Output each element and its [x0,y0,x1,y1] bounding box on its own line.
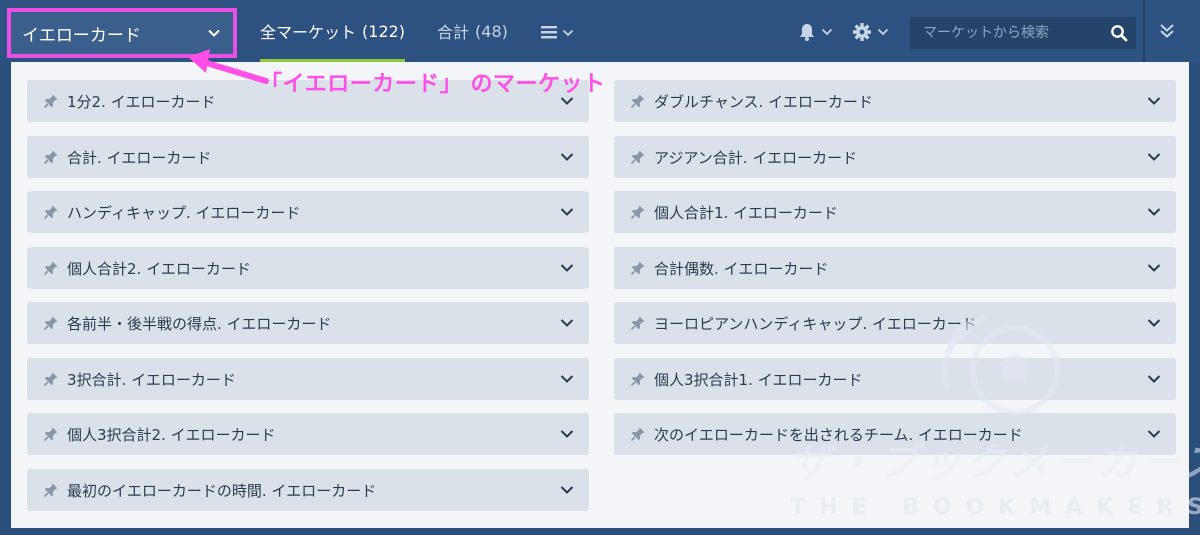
category-select-value: イエローカード [22,25,141,46]
pin-icon[interactable] [43,426,59,442]
market-label: ダブルチャンス. イエローカード [654,92,873,111]
chevron-down-icon [1147,375,1161,383]
gear-icon [853,23,871,41]
header-divider [1143,0,1145,62]
market-item[interactable]: 合計. イエローカード [27,136,589,178]
pin-icon[interactable] [630,426,646,442]
tab-total-label: 合計 [437,23,470,42]
market-item[interactable]: 個人3択合計2. イエローカード [27,413,589,455]
chevron-down-icon [1147,208,1161,216]
tab-all-markets[interactable]: 全マーケット (122) [260,0,406,62]
pin-icon[interactable] [630,371,646,387]
chevron-down-icon [877,28,889,36]
market-item[interactable]: ダブルチャンス. イエローカード [614,80,1176,122]
market-label: 各前半・後半戦の得点. イエローカード [67,314,332,333]
search-button[interactable] [1102,24,1136,42]
chevron-down-icon [560,375,574,383]
pin-icon[interactable] [43,93,59,109]
market-label: 最初のイエローカードの時間. イエローカード [67,481,377,500]
market-item[interactable]: 個人合計2. イエローカード [27,247,589,289]
pin-icon[interactable] [630,260,646,276]
pin-icon[interactable] [630,315,646,331]
expand-all-button[interactable] [1158,22,1176,44]
market-label: 3択合計. イエローカード [67,370,236,389]
chevron-down-icon [560,486,574,494]
search-input[interactable] [910,17,1102,49]
market-search[interactable] [910,17,1136,49]
double-chevron-down-icon [1160,24,1174,38]
bell-icon [800,24,814,41]
market-label: 個人合計1. イエローカード [654,203,838,222]
annotation-arrow [188,49,269,84]
pin-icon[interactable] [43,260,59,276]
chevron-down-icon [562,29,574,37]
tab-all-markets-count: (122) [362,21,406,41]
chevron-down-icon [1147,153,1161,161]
market-label: ヨーロピアンハンディキャップ. イエローカード [654,314,977,333]
tab-total[interactable]: 合計 (48) [437,0,508,62]
notifications-button[interactable] [798,22,833,42]
pin-icon[interactable] [630,93,646,109]
chevron-down-icon [1147,97,1161,105]
market-item[interactable]: ヨーロピアンハンディキャップ. イエローカード [614,302,1176,344]
watermark-subtext: THE BOOKMAKERS [790,495,1200,520]
pin-icon[interactable] [43,371,59,387]
market-label: 1分2. イエローカード [67,92,216,111]
market-label: アジアン合計. イエローカード [654,148,858,167]
chevron-down-icon [1147,264,1161,272]
watermark-text: ザ・ブックメーカーズ [790,440,1200,486]
chevron-down-icon [208,29,220,37]
list-icon [541,26,557,39]
market-label: 個人3択合計1. イエローカード [654,370,863,389]
market-item[interactable]: 3択合計. イエローカード [27,358,589,400]
market-item[interactable]: 合計偶数. イエローカード [614,247,1176,289]
search-icon [1111,25,1128,42]
settings-button[interactable] [852,22,889,42]
chevron-down-icon [560,264,574,272]
pin-icon[interactable] [630,149,646,165]
market-item[interactable]: 個人合計1. イエローカード [614,191,1176,233]
market-item[interactable]: 各前半・後半戦の得点. イエローカード [27,302,589,344]
market-item[interactable]: ハンディキャップ. イエローカード [27,191,589,233]
chevron-down-icon [560,153,574,161]
market-label: 合計偶数. イエローカード [654,259,829,278]
pin-icon[interactable] [43,204,59,220]
market-item[interactable]: 個人3択合計1. イエローカード [614,358,1176,400]
tab-all-markets-label: 全マーケット [260,23,357,42]
list-view-menu[interactable] [540,22,574,44]
pin-icon[interactable] [43,315,59,331]
market-label: ハンディキャップ. イエローカード [67,203,301,222]
market-item[interactable]: 最初のイエローカードの時間. イエローカード [27,469,589,511]
pin-icon[interactable] [43,149,59,165]
annotation-label: 「イエローカード」 のマーケット [260,72,606,97]
market-item[interactable]: アジアン合計. イエローカード [614,136,1176,178]
market-label: 個人合計2. イエローカード [67,259,251,278]
chevron-down-icon [560,319,574,327]
chevron-down-icon [1147,319,1161,327]
chevron-down-icon [821,28,833,36]
pin-icon[interactable] [630,204,646,220]
chevron-down-icon [560,208,574,216]
pin-icon[interactable] [43,482,59,498]
tab-total-count: (48) [475,21,508,41]
market-label: 合計. イエローカード [67,148,212,167]
market-label: 個人3択合計2. イエローカード [67,425,276,444]
chevron-down-icon [560,430,574,438]
